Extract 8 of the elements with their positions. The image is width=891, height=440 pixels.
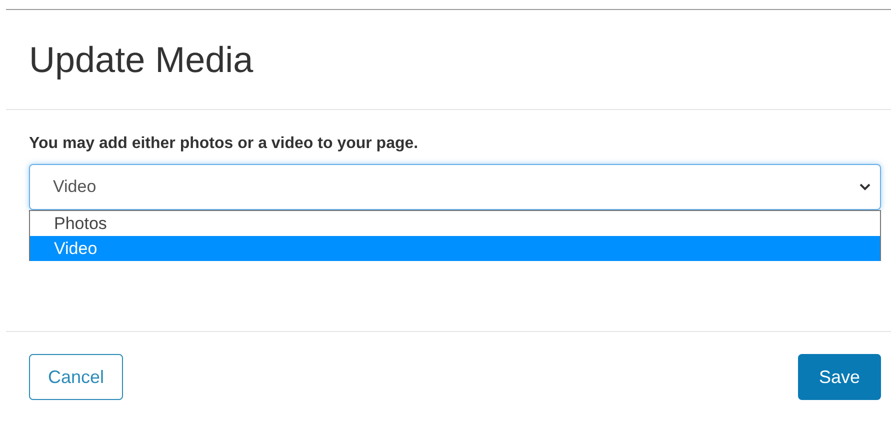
caret-icon <box>859 183 871 191</box>
dropdown-option[interactable]: Photos <box>30 211 880 236</box>
prompt-label: You may add either photos or a video to your page. <box>29 135 420 153</box>
dialog-title: Update Media <box>29 38 254 80</box>
save-button[interactable]: Save <box>798 354 881 400</box>
cancel-button[interactable]: Cancel <box>29 354 124 400</box>
media-select[interactable]: Video <box>29 164 881 210</box>
dropdown-option[interactable]: Video <box>30 236 880 261</box>
